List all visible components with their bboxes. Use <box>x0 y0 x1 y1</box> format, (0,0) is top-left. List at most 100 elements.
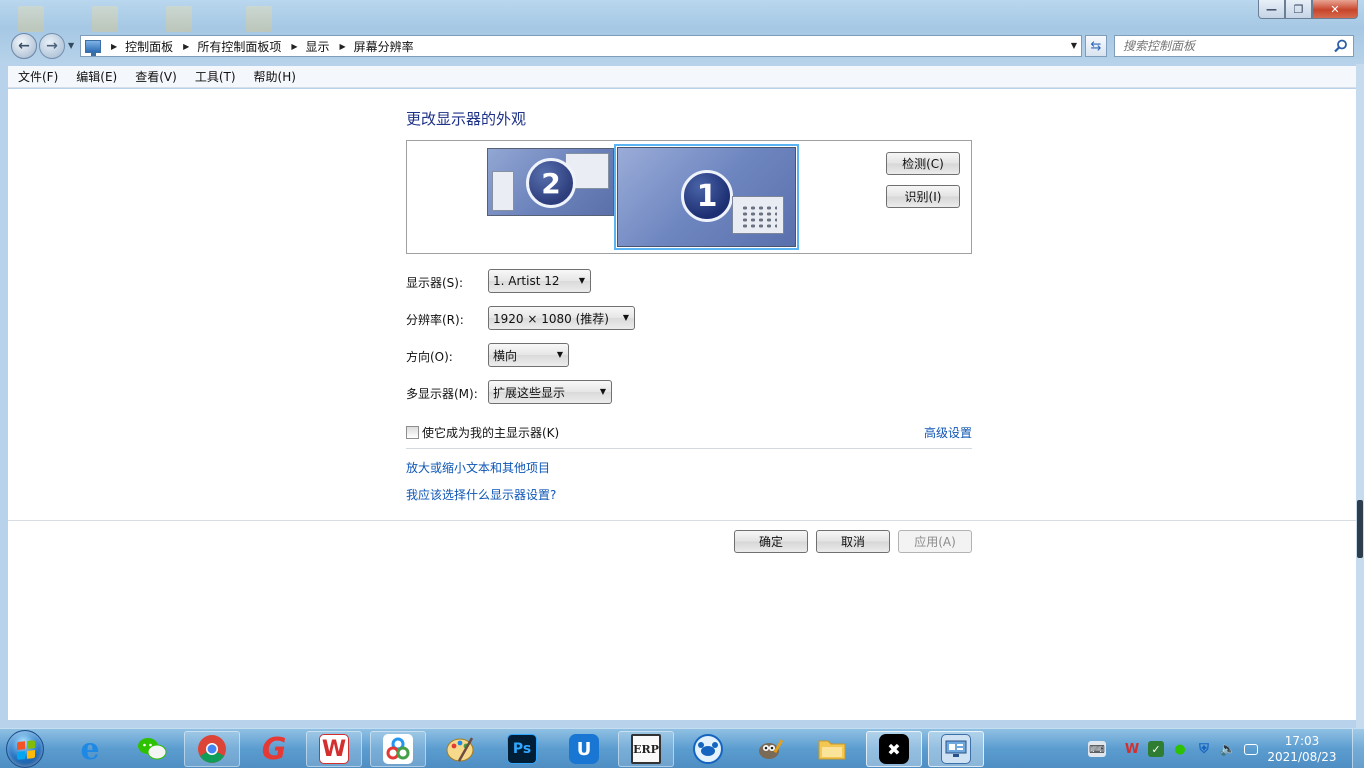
start-button[interactable] <box>6 730 44 768</box>
search-box[interactable] <box>1114 35 1354 57</box>
app-u-icon: U <box>569 734 599 764</box>
monitor-arrangement: 2 1 检测(C) 识别(I) <box>406 140 972 254</box>
breadcrumb-display[interactable]: 显示 <box>306 38 330 55</box>
arrow-right-icon: → <box>46 38 58 54</box>
resolution-select[interactable]: 1920 × 1080 (推荐) ▼ <box>488 306 635 330</box>
taskbar-erp[interactable]: ERP <box>618 731 674 767</box>
breadcrumb-arrow-icon[interactable]: ▶ <box>291 42 297 51</box>
erp-icon: ERP <box>631 734 661 764</box>
primary-display-checkbox[interactable] <box>406 426 419 439</box>
wechat-tray-icon[interactable]: ● <box>1172 741 1188 757</box>
address-bar[interactable]: ▶ 控制面板 ▶ 所有控制面板项 ▶ 显示 ▶ 屏幕分辨率 ▼ <box>80 35 1082 57</box>
taskbar-wps-office[interactable]: W <box>306 731 362 767</box>
detect-button[interactable]: 检测(C) <box>886 152 960 175</box>
divider <box>406 448 972 449</box>
monitor-1[interactable]: 1 <box>614 144 799 250</box>
close-button[interactable]: ✕ <box>1312 0 1358 19</box>
resolution-select-value: 1920 × 1080 (推荐) <box>493 311 609 326</box>
display-select-value: 1. Artist 12 <box>493 274 560 288</box>
capcut-icon: ✖ <box>879 734 909 764</box>
breadcrumb-arrow-icon[interactable]: ▶ <box>340 42 346 51</box>
taskbar-control-panel[interactable] <box>928 731 984 767</box>
photoshop-icon: Ps <box>507 734 537 764</box>
desktop-ghost-icon <box>246 6 272 32</box>
chevron-down-icon: ▼ <box>599 387 606 396</box>
clock[interactable]: 17:03 2021/08/23 <box>1266 733 1338 765</box>
monitor-thumbnail-window <box>732 196 784 234</box>
display-label: 显示器(S): <box>406 276 464 290</box>
breadcrumb-screen-resolution[interactable]: 屏幕分辨率 <box>354 38 414 55</box>
primary-display-checkbox-label[interactable]: 使它成为我的主显示器(K) <box>422 424 559 441</box>
breadcrumb-control-panel[interactable]: 控制面板 <box>125 38 173 55</box>
taskbar-baidu-netdisk[interactable] <box>370 731 426 767</box>
forward-button[interactable]: → <box>39 33 65 59</box>
orientation-select[interactable]: 横向 ▼ <box>488 343 569 367</box>
system-tray: ⌨ W ✓ ● ⛨ 🔈 <box>1084 729 1262 768</box>
taskbar-app-g[interactable]: G <box>246 731 302 767</box>
resolution-label: 分辨率(R): <box>406 313 464 327</box>
show-desktop-button[interactable] <box>1352 729 1364 768</box>
refresh-icon: ⇆ <box>1090 38 1102 54</box>
app-g-icon: G <box>261 731 287 767</box>
taskbar-chrome[interactable] <box>184 731 240 767</box>
chevron-down-icon: ▼ <box>578 276 585 285</box>
network-icon[interactable] <box>1244 743 1258 755</box>
taskbar-file-explorer[interactable] <box>804 731 860 767</box>
cancel-button[interactable]: 取消 <box>816 530 890 553</box>
minimize-button[interactable]: — <box>1258 0 1285 19</box>
ok-button[interactable]: 确定 <box>734 530 808 553</box>
text-size-link[interactable]: 放大或缩小文本和其他项目 <box>406 459 550 476</box>
taskbar-wechat[interactable] <box>124 731 180 767</box>
which-settings-link[interactable]: 我应该选择什么显示器设置? <box>406 486 556 503</box>
breadcrumb-arrow-icon[interactable]: ▶ <box>183 42 189 51</box>
security-tray-icon[interactable]: ✓ <box>1148 741 1164 757</box>
multi-display-select[interactable]: 扩展这些显示 ▼ <box>488 380 612 404</box>
refresh-button[interactable]: ⇆ <box>1085 35 1107 57</box>
desktop-ghost-icon <box>92 6 118 32</box>
content-area: 更改显示器的外观 2 1 检测(C) 识别(I) 显示器(S): 1. Arti… <box>8 89 1356 720</box>
clock-date: 2021/08/23 <box>1267 750 1337 764</box>
menu-help[interactable]: 帮助(H) <box>244 68 304 85</box>
taskbar-internet-explorer[interactable]: e <box>62 731 118 767</box>
search-input[interactable] <box>1123 39 1323 53</box>
search-icon[interactable] <box>1334 39 1348 53</box>
recent-pages-dropdown[interactable]: ▼ <box>68 41 74 50</box>
taskbar-photoshop[interactable]: Ps <box>494 731 550 767</box>
baidu-netdisk-icon <box>383 734 413 764</box>
monitor-thumbnail-window <box>492 171 514 211</box>
desktop-ghost-icon <box>166 6 192 32</box>
taskbar-paint[interactable] <box>432 731 488 767</box>
scrollbar-thumb[interactable] <box>1357 500 1363 558</box>
taskbar-capcut[interactable]: ✖ <box>866 731 922 767</box>
back-button[interactable]: ← <box>11 33 37 59</box>
keyboard-icon[interactable]: ⌨ <box>1088 741 1106 757</box>
display-select[interactable]: 1. Artist 12 ▼ <box>488 269 591 293</box>
breadcrumb-arrow-icon[interactable]: ▶ <box>111 42 117 51</box>
paint-palette-icon <box>445 734 475 764</box>
clock-time: 17:03 <box>1284 734 1320 748</box>
address-dropdown-icon[interactable]: ▼ <box>1071 41 1077 50</box>
menu-view[interactable]: 查看(V) <box>125 68 185 85</box>
menu-edit[interactable]: 编辑(E) <box>66 68 125 85</box>
taskbar-app-u[interactable]: U <box>556 731 612 767</box>
monitor-2[interactable]: 2 <box>487 148 614 216</box>
taskbar-gimp[interactable] <box>742 731 798 767</box>
wps-tray-icon[interactable]: W <box>1124 741 1140 757</box>
apply-button[interactable]: 应用(A) <box>898 530 972 553</box>
breadcrumb: ▶ 控制面板 ▶ 所有控制面板项 ▶ 显示 ▶ 屏幕分辨率 <box>107 38 414 55</box>
advanced-settings-link[interactable]: 高级设置 <box>924 424 972 441</box>
menu-file[interactable]: 文件(F) <box>8 68 66 85</box>
shield-icon[interactable]: ⛨ <box>1196 741 1212 757</box>
wps-office-icon: W <box>319 734 349 764</box>
arrow-left-icon: ← <box>18 38 30 54</box>
identify-button[interactable]: 识别(I) <box>886 185 960 208</box>
volume-icon[interactable]: 🔈 <box>1220 741 1236 757</box>
crab-icon <box>693 734 723 764</box>
taskbar-crab-app[interactable] <box>680 731 736 767</box>
breadcrumb-all-items[interactable]: 所有控制面板项 <box>197 38 281 55</box>
folder-icon <box>817 734 847 764</box>
chrome-icon <box>197 734 227 764</box>
caption-controls: — ❐ ✕ <box>1258 0 1358 20</box>
restore-button[interactable]: ❐ <box>1285 0 1312 19</box>
menu-tools[interactable]: 工具(T) <box>185 68 244 85</box>
